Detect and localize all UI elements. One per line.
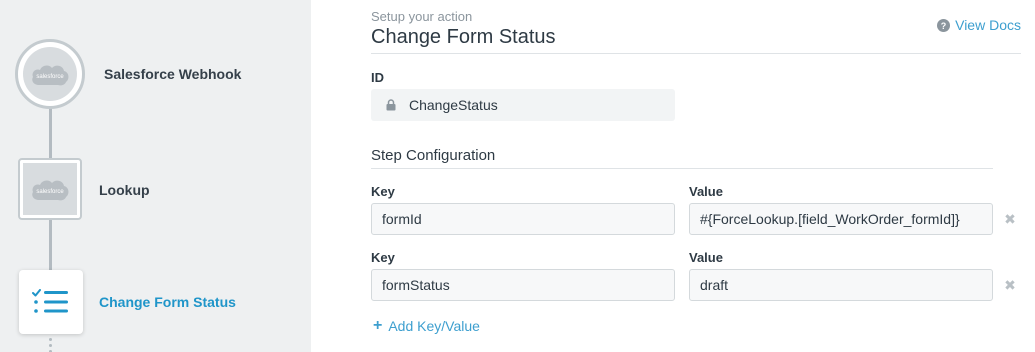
- key-input[interactable]: [371, 269, 675, 301]
- plus-icon: +: [373, 317, 383, 334]
- view-docs-link[interactable]: ? View Docs: [937, 17, 1021, 33]
- key-label: Key: [371, 250, 395, 265]
- value-input[interactable]: [689, 203, 993, 235]
- remove-row-icon[interactable]: ✖: [1003, 277, 1017, 294]
- step-node-salesforce-webhook[interactable]: salesforce: [15, 39, 85, 109]
- id-label: ID: [371, 70, 384, 85]
- section-divider: [371, 168, 993, 169]
- svg-text:?: ?: [941, 21, 947, 31]
- page-title: Change Form Status: [371, 26, 556, 48]
- page-subtitle: Setup your action: [371, 9, 473, 24]
- step-node-lookup[interactable]: salesforce: [18, 158, 82, 220]
- steps-sidebar: salesforce Salesforce Webhook salesforce…: [0, 0, 311, 352]
- step-connector-dot: [49, 344, 52, 347]
- step-label-lookup[interactable]: Lookup: [99, 182, 150, 198]
- header-divider: [371, 53, 1021, 54]
- value-label: Value: [689, 250, 723, 265]
- remove-row-icon[interactable]: ✖: [1003, 211, 1017, 228]
- step-configuration-heading: Step Configuration: [371, 147, 496, 164]
- add-key-value-label: Add Key/Value: [388, 318, 480, 334]
- salesforce-cloud-icon: salesforce: [32, 65, 69, 86]
- step-connector-dot: [49, 338, 52, 341]
- salesforce-cloud-icon: salesforce: [32, 180, 69, 201]
- id-field: ChangeStatus: [371, 89, 675, 121]
- key-label: Key: [371, 184, 395, 199]
- lock-icon: [386, 99, 396, 111]
- salesforce-logo-text: salesforce: [36, 74, 64, 80]
- id-value: ChangeStatus: [409, 97, 498, 113]
- key-input[interactable]: [371, 203, 675, 235]
- step-connector: [49, 108, 52, 160]
- step-node-change-form-status[interactable]: [19, 270, 83, 334]
- action-setup-panel: Setup your action Change Form Status ? V…: [311, 0, 1035, 352]
- step-connector: [49, 218, 52, 270]
- view-docs-label: View Docs: [955, 17, 1021, 33]
- step-label-change-form-status[interactable]: Change Form Status: [99, 294, 236, 310]
- step-label-salesforce-webhook[interactable]: Salesforce Webhook: [104, 66, 241, 82]
- value-label: Value: [689, 184, 723, 199]
- checklist-icon: [32, 289, 68, 313]
- value-input[interactable]: [689, 269, 993, 301]
- salesforce-logo-text: salesforce: [36, 189, 64, 195]
- add-key-value-button[interactable]: + Add Key/Value: [373, 317, 480, 335]
- question-circle-icon: ?: [937, 18, 951, 32]
